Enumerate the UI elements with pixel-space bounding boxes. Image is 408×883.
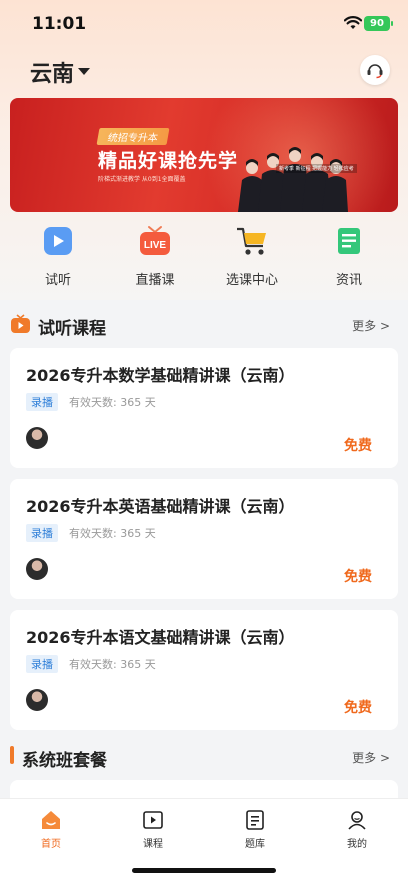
course-title: 2026专升本英语基础精讲课（云南） [26, 497, 295, 516]
tab-label: 我的 [347, 839, 367, 850]
quick-link-label: 直播课 [135, 273, 175, 288]
tab-label: 首页 [41, 839, 61, 850]
tab-profile[interactable]: 我的 [327, 809, 387, 850]
course-card[interactable]: 2026专升本语文基础精讲课（云南） 录播 有效天数: 365 天 免费 [10, 610, 398, 730]
quick-link-label: 选课中心 [225, 273, 278, 288]
list-icon [244, 809, 266, 831]
tab-home[interactable]: 首页 [21, 809, 81, 850]
course-title: 2026专升本数学基础精讲课（云南） [26, 366, 295, 385]
course-validity: 有效天数: 365 天 [69, 396, 156, 409]
section-title: 系统班套餐 [22, 751, 107, 771]
quick-link-label: 试听 [44, 273, 71, 288]
video-play-icon [41, 224, 75, 258]
course-price: 免费 [344, 569, 372, 585]
chevron-down-icon[interactable] [78, 68, 90, 75]
banner-footnote: 新考季 新征程 把握能力 轻松应考 [276, 164, 357, 173]
course-type-badge: 录播 [26, 393, 58, 411]
status-time: 11:01 [32, 14, 87, 34]
course-card[interactable]: 2026专升本英语基础精讲课（云南） 录播 有效天数: 365 天 免费 [10, 479, 398, 599]
promo-banner[interactable]: 统招专升本 精品好课抢先学 阶梯式渐进教学 从0到1全面覆盖 新考季 新征程 把… [10, 98, 398, 212]
tab-label: 课程 [143, 839, 163, 850]
svg-text:LIVE: LIVE [144, 240, 167, 251]
package-section-header: 系统班套餐 更多 > [0, 736, 408, 776]
course-card[interactable]: 2026专升本数学基础精讲课（云南） 录播 有效天数: 365 天 免费 [10, 348, 398, 468]
wifi-icon [344, 16, 362, 29]
city-selector[interactable]: 云南 [30, 56, 74, 88]
status-bar: 11:01 90 [0, 0, 408, 48]
course-price: 免费 [344, 438, 372, 454]
tv-icon [11, 314, 30, 333]
headset-icon [367, 64, 383, 79]
course-type-badge: 录播 [26, 524, 58, 542]
battery-icon: 90 [364, 16, 393, 31]
course-price: 免费 [344, 700, 372, 716]
quick-link-course-center[interactable]: 选课中心 [212, 224, 292, 294]
tab-courses[interactable]: 课程 [123, 809, 183, 850]
more-link[interactable]: 更多 > [352, 317, 390, 334]
quick-link-label: 资讯 [335, 273, 362, 288]
quick-link-news[interactable]: 资讯 [309, 224, 389, 294]
user-icon [346, 809, 368, 831]
home-icon [40, 809, 62, 831]
course-play-icon [142, 809, 164, 831]
section-accent-bar [10, 746, 14, 764]
teacher-avatar [26, 689, 48, 711]
banner-headline: 精品好课抢先学 [98, 150, 239, 172]
teacher-avatar [26, 427, 48, 449]
quick-link-trial[interactable]: 试听 [18, 224, 98, 294]
banner-subtitle: 阶梯式渐进教学 从0到1全面覆盖 [98, 176, 186, 183]
customer-service-button[interactable] [360, 55, 390, 85]
course-validity: 有效天数: 365 天 [69, 527, 156, 540]
section-title: 试听课程 [38, 319, 106, 339]
trial-section-header: 试听课程 更多 > [0, 304, 408, 344]
tab-question-bank[interactable]: 题库 [225, 809, 285, 850]
banner-tag: 统招专升本 [96, 128, 170, 145]
teacher-avatar [26, 558, 48, 580]
quick-link-live[interactable]: LIVE 直播课 [115, 224, 195, 294]
course-type-badge: 录播 [26, 655, 58, 673]
shopping-cart-icon [235, 224, 269, 258]
live-tv-icon: LIVE [138, 224, 172, 258]
home-indicator [132, 868, 276, 873]
course-validity: 有效天数: 365 天 [69, 658, 156, 671]
course-title: 2026专升本语文基础精讲课（云南） [26, 628, 295, 647]
document-icon [332, 224, 366, 258]
more-link[interactable]: 更多 > [352, 749, 390, 766]
tab-label: 题库 [245, 839, 265, 850]
